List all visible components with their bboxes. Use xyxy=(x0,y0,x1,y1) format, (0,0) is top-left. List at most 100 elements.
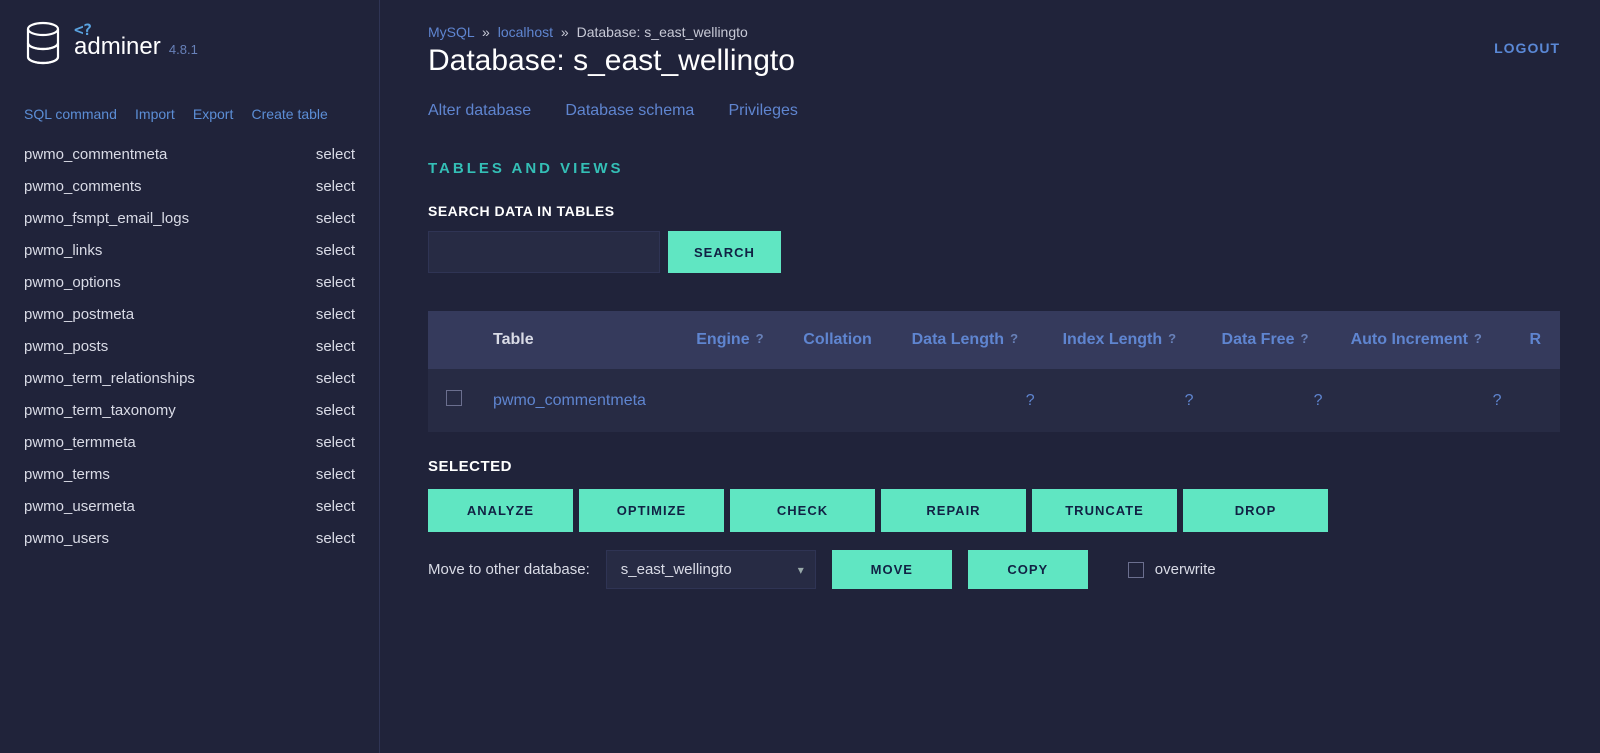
cell-data_length: ? xyxy=(898,369,1049,432)
sidebar-table-row: pwmo_usermeta select xyxy=(24,491,355,523)
column-header xyxy=(428,311,479,369)
breadcrumb-server[interactable]: localhost xyxy=(498,24,553,40)
search-input[interactable] xyxy=(428,231,660,273)
overwrite-label[interactable]: overwrite xyxy=(1124,559,1216,581)
sidebar-table-link[interactable]: pwmo_links xyxy=(24,239,102,263)
sidebar-select-link[interactable]: select xyxy=(316,463,355,487)
sql-command-link[interactable]: SQL command xyxy=(24,106,117,122)
cell-link[interactable]: ? xyxy=(1314,392,1323,409)
sidebar-select-link[interactable]: select xyxy=(316,367,355,391)
column-sort-link[interactable]: Data Free xyxy=(1222,331,1295,348)
overwrite-text: overwrite xyxy=(1155,561,1216,578)
sidebar-select-link[interactable]: select xyxy=(316,399,355,423)
column-header[interactable]: Table xyxy=(479,311,682,369)
column-header[interactable]: R xyxy=(1516,311,1560,369)
sidebar-select-link[interactable]: select xyxy=(316,143,355,167)
alter-database-link[interactable]: Alter database xyxy=(428,102,531,119)
create-table-link[interactable]: Create table xyxy=(252,106,328,122)
help-icon[interactable]: ? xyxy=(1300,331,1308,346)
column-sort-link[interactable]: Auto Increment xyxy=(1351,331,1468,348)
cell-link[interactable]: ? xyxy=(1493,392,1502,409)
column-header[interactable]: Engine? xyxy=(682,311,789,369)
sidebar-table-row: pwmo_links select xyxy=(24,235,355,267)
drop-button[interactable]: Drop xyxy=(1183,489,1328,532)
sidebar-table-link[interactable]: pwmo_options xyxy=(24,271,121,295)
table-name-link[interactable]: pwmo_commentmeta xyxy=(493,392,646,409)
row-checkbox[interactable] xyxy=(446,390,462,406)
sidebar-select-link[interactable]: select xyxy=(316,303,355,327)
sidebar-table-link[interactable]: pwmo_postmeta xyxy=(24,303,134,327)
breadcrumb-driver[interactable]: MySQL xyxy=(428,24,474,40)
privileges-link[interactable]: Privileges xyxy=(729,102,798,119)
sidebar-select-link[interactable]: select xyxy=(316,239,355,263)
sidebar-table-link[interactable]: pwmo_comments xyxy=(24,175,142,199)
breadcrumb-sep: » xyxy=(482,24,490,40)
sidebar-table-row: pwmo_options select xyxy=(24,267,355,299)
cell-auto_increment: ? xyxy=(1337,369,1516,432)
analyze-button[interactable]: Analyze xyxy=(428,489,573,532)
sidebar-select-link[interactable]: select xyxy=(316,527,355,551)
breadcrumb-db: s_east_wellingto xyxy=(644,24,748,40)
app-version: 4.8.1 xyxy=(169,42,198,57)
database-schema-link[interactable]: Database schema xyxy=(565,102,694,119)
sidebar-select-link[interactable]: select xyxy=(316,207,355,231)
sidebar-table-row: pwmo_terms select xyxy=(24,459,355,491)
sidebar-select-link[interactable]: select xyxy=(316,431,355,455)
column-header[interactable]: Data Free? xyxy=(1208,311,1337,369)
logout-link[interactable]: LOGOUT xyxy=(1494,40,1560,56)
breadcrumb-db-prefix: Database: xyxy=(577,24,641,40)
overwrite-checkbox[interactable] xyxy=(1128,562,1144,578)
move-db-select[interactable]: s_east_wellingto xyxy=(606,550,816,589)
column-header[interactable]: Index Length? xyxy=(1049,311,1208,369)
sidebar-table-link[interactable]: pwmo_term_relationships xyxy=(24,367,195,391)
truncate-button[interactable]: Truncate xyxy=(1032,489,1177,532)
sidebar-table-link[interactable]: pwmo_commentmeta xyxy=(24,143,167,167)
move-row: Move to other database: s_east_wellingto… xyxy=(428,550,1560,589)
cell-link[interactable]: ? xyxy=(1026,392,1035,409)
action-button-row: AnalyzeOptimizeCheckRepairTruncateDrop xyxy=(428,489,1560,532)
sidebar-select-link[interactable]: select xyxy=(316,175,355,199)
table-body: pwmo_commentmeta???? xyxy=(428,369,1560,432)
sidebar-table-link[interactable]: pwmo_posts xyxy=(24,335,108,359)
cell-collation xyxy=(789,369,897,432)
main: LOGOUT MySQL » localhost » Database: s_e… xyxy=(380,0,1600,753)
column-sort-link[interactable]: Engine xyxy=(696,331,749,348)
column-sort-link[interactable]: Index Length xyxy=(1063,331,1163,348)
sidebar-table-link[interactable]: pwmo_terms xyxy=(24,463,110,487)
sidebar-select-link[interactable]: select xyxy=(316,271,355,295)
export-link[interactable]: Export xyxy=(193,106,233,122)
sidebar-select-link[interactable]: select xyxy=(316,335,355,359)
app-name[interactable]: adminer xyxy=(74,33,161,60)
table-list: pwmo_commentmetaselectpwmo_commentsselec… xyxy=(24,139,355,555)
sidebar-table-link[interactable]: pwmo_term_taxonomy xyxy=(24,399,176,423)
column-header[interactable]: Auto Increment? xyxy=(1337,311,1516,369)
column-header[interactable]: Collation xyxy=(789,311,897,369)
column-sort-link[interactable]: Data Length xyxy=(912,331,1004,348)
check-button[interactable]: Check xyxy=(730,489,875,532)
help-icon[interactable]: ? xyxy=(756,331,764,346)
brand: <? adminer 4.8.1 xyxy=(24,20,355,70)
column-sort-link[interactable]: R xyxy=(1530,331,1542,348)
copy-button[interactable]: Copy xyxy=(968,550,1088,589)
sidebar-table-row: pwmo_posts select xyxy=(24,331,355,363)
column-sort-link[interactable]: Collation xyxy=(803,331,871,348)
search-button[interactable]: Search xyxy=(668,231,781,273)
help-icon[interactable]: ? xyxy=(1010,331,1018,346)
repair-button[interactable]: Repair xyxy=(881,489,1026,532)
move-button[interactable]: Move xyxy=(832,550,952,589)
column-header[interactable]: Data Length? xyxy=(898,311,1049,369)
import-link[interactable]: Import xyxy=(135,106,175,122)
sidebar-select-link[interactable]: select xyxy=(316,495,355,519)
search-label: SEARCH DATA IN TABLES xyxy=(428,203,1560,219)
sidebar-table-link[interactable]: pwmo_usermeta xyxy=(24,495,135,519)
optimize-button[interactable]: Optimize xyxy=(579,489,724,532)
help-icon[interactable]: ? xyxy=(1474,331,1482,346)
sidebar-table-link[interactable]: pwmo_users xyxy=(24,527,109,551)
table-header-row: TableEngine?CollationData Length?Index L… xyxy=(428,311,1560,369)
cell-r xyxy=(1516,369,1560,432)
breadcrumb: MySQL » localhost » Database: s_east_wel… xyxy=(428,24,1560,40)
cell-link[interactable]: ? xyxy=(1185,392,1194,409)
sidebar-table-link[interactable]: pwmo_termmeta xyxy=(24,431,136,455)
sidebar-table-link[interactable]: pwmo_fsmpt_email_logs xyxy=(24,207,189,231)
help-icon[interactable]: ? xyxy=(1168,331,1176,346)
